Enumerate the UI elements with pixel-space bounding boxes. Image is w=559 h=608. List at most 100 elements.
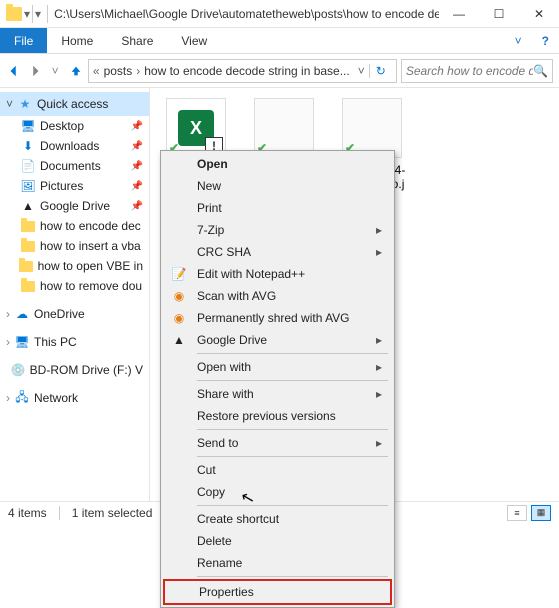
submenu-arrow-icon: ▸	[376, 333, 382, 347]
dropdown-icon[interactable]: ▾	[24, 7, 30, 21]
documents-icon: 📄	[20, 158, 36, 174]
ctx-open[interactable]: Open	[163, 153, 392, 175]
sidebar-pictures[interactable]: 🖼Pictures📌	[0, 176, 149, 196]
sidebar-folder[interactable]: how to encode dec	[0, 216, 149, 236]
submenu-arrow-icon: ▸	[376, 223, 382, 237]
chevron-down-icon: ˅	[6, 97, 13, 111]
close-button[interactable]: ✕	[519, 0, 559, 28]
sidebar-documents[interactable]: 📄Documents📌	[0, 156, 149, 176]
sidebar-network[interactable]: › 🖧 Network	[0, 388, 149, 408]
ctx-delete[interactable]: Delete	[163, 530, 392, 552]
ctx-open-with[interactable]: Open with▸	[163, 356, 392, 378]
sidebar-folder[interactable]: how to open VBE in	[0, 256, 149, 276]
tab-share[interactable]: Share	[107, 28, 167, 53]
separator	[197, 429, 388, 430]
ctx-restore-previous[interactable]: Restore previous versions	[163, 405, 392, 427]
ribbon-expand-icon[interactable]: ˅	[505, 28, 532, 53]
gdrive-icon: ▲	[20, 198, 36, 214]
tab-file[interactable]: File	[0, 28, 47, 53]
breadcrumb[interactable]: how to encode decode string in base...	[144, 64, 349, 78]
back-button[interactable]	[6, 60, 22, 82]
ctx-share-with[interactable]: Share with▸	[163, 383, 392, 405]
maximize-button[interactable]: ☐	[479, 0, 519, 28]
minimize-button[interactable]: —	[439, 0, 479, 28]
details-view-button[interactable]: ≡	[507, 505, 527, 521]
address-bar[interactable]: « posts › how to encode decode string in…	[88, 59, 397, 83]
image-thumbnail-icon: ✔	[342, 98, 402, 158]
sidebar-onedrive[interactable]: ›☁OneDrive	[0, 304, 149, 324]
chevron-right-icon: ›	[136, 64, 140, 78]
submenu-arrow-icon: ▸	[376, 245, 382, 259]
submenu-arrow-icon: ▸	[376, 360, 382, 374]
onedrive-icon: ☁	[14, 306, 30, 322]
sidebar-folder[interactable]: how to remove dou	[0, 276, 149, 296]
refresh-icon[interactable]: ↻	[369, 64, 392, 78]
status-selection: 1 item selected	[72, 506, 153, 520]
sidebar-google-drive[interactable]: ▲Google Drive📌	[0, 196, 149, 216]
breadcrumb[interactable]: posts	[104, 64, 133, 78]
tab-home[interactable]: Home	[47, 28, 107, 53]
ctx-create-shortcut[interactable]: Create shortcut	[163, 508, 392, 530]
tab-view[interactable]: View	[167, 28, 221, 53]
pin-icon: 📌	[131, 181, 143, 192]
search-icon[interactable]: 🔍	[533, 64, 548, 78]
recent-dropdown[interactable]: ˅	[47, 60, 63, 82]
sidebar-downloads[interactable]: ⬇Downloads📌	[0, 136, 149, 156]
help-icon[interactable]: ?	[532, 28, 559, 53]
sidebar-item-label: how to insert a vba	[40, 239, 141, 253]
sidebar-item-label: Network	[34, 391, 78, 405]
excel-file-icon: X ! ✔	[166, 98, 226, 158]
separator	[197, 456, 388, 457]
sidebar-item-label: This PC	[34, 335, 77, 349]
ctx-new[interactable]: New	[163, 175, 392, 197]
separator	[59, 506, 60, 520]
sidebar-item-label: Downloads	[40, 139, 99, 153]
folder-icon	[20, 218, 36, 234]
ctx-copy[interactable]: Copy	[163, 481, 392, 503]
ctx-7zip[interactable]: 7-Zip▸	[163, 219, 392, 241]
sidebar-item-label: BD-ROM Drive (F:) V	[30, 363, 143, 377]
ctx-crc-sha[interactable]: CRC SHA▸	[163, 241, 392, 263]
sidebar-quick-access[interactable]: ˅ ★ Quick access	[0, 92, 149, 116]
sidebar-bdrom[interactable]: 💿BD-ROM Drive (F:) V	[0, 360, 149, 380]
ctx-shred-avg[interactable]: ◉Permanently shred with AVG	[163, 307, 392, 329]
forward-button[interactable]	[26, 60, 42, 82]
image-thumbnail-icon: ✔	[254, 98, 314, 158]
ctx-edit-notepadpp[interactable]: 📝Edit with Notepad++	[163, 263, 392, 285]
address-dropdown-icon[interactable]: ˅	[358, 64, 365, 78]
ctx-send-to[interactable]: Send to▸	[163, 432, 392, 454]
overflow-icon[interactable]: ▾	[35, 7, 41, 21]
ctx-print[interactable]: Print	[163, 197, 392, 219]
separator	[32, 5, 33, 23]
sidebar-desktop[interactable]: 🖥Desktop📌	[0, 116, 149, 136]
sidebar-item-label: Desktop	[40, 119, 84, 133]
ctx-google-drive[interactable]: ▲Google Drive▸	[163, 329, 392, 351]
sidebar-this-pc[interactable]: ›🖥This PC	[0, 332, 149, 352]
sidebar-folder[interactable]: how to insert a vba	[0, 236, 149, 256]
folder-icon	[20, 278, 36, 294]
up-button[interactable]	[67, 60, 83, 82]
separator	[197, 353, 388, 354]
downloads-icon: ⬇	[20, 138, 36, 154]
folder-icon	[19, 258, 34, 274]
sidebar-item-label: how to open VBE in	[38, 259, 143, 273]
window-title: C:\Users\Michael\Google Drive\automateth…	[48, 7, 439, 21]
network-icon: 🖧	[14, 390, 30, 406]
search-box[interactable]: 🔍	[401, 59, 553, 83]
ctx-cut[interactable]: Cut	[163, 459, 392, 481]
chevron-right-icon: ›	[6, 307, 10, 321]
ctx-rename[interactable]: Rename	[163, 552, 392, 574]
ctx-scan-avg[interactable]: ◉Scan with AVG	[163, 285, 392, 307]
search-input[interactable]	[406, 64, 533, 78]
icons-view-button[interactable]: ▦	[531, 505, 551, 521]
sidebar-item-label: Documents	[40, 159, 101, 173]
submenu-arrow-icon: ▸	[376, 387, 382, 401]
chevron-right-icon: ›	[6, 391, 10, 405]
star-icon: ★	[17, 96, 33, 112]
sidebar-item-label: how to remove dou	[40, 279, 142, 293]
sidebar-item-label: Pictures	[40, 179, 83, 193]
this-pc-icon: 🖥	[14, 334, 30, 350]
pin-icon: 📌	[131, 121, 143, 132]
ctx-properties[interactable]: Properties	[163, 579, 392, 605]
chevron-left-icon[interactable]: «	[93, 64, 100, 78]
